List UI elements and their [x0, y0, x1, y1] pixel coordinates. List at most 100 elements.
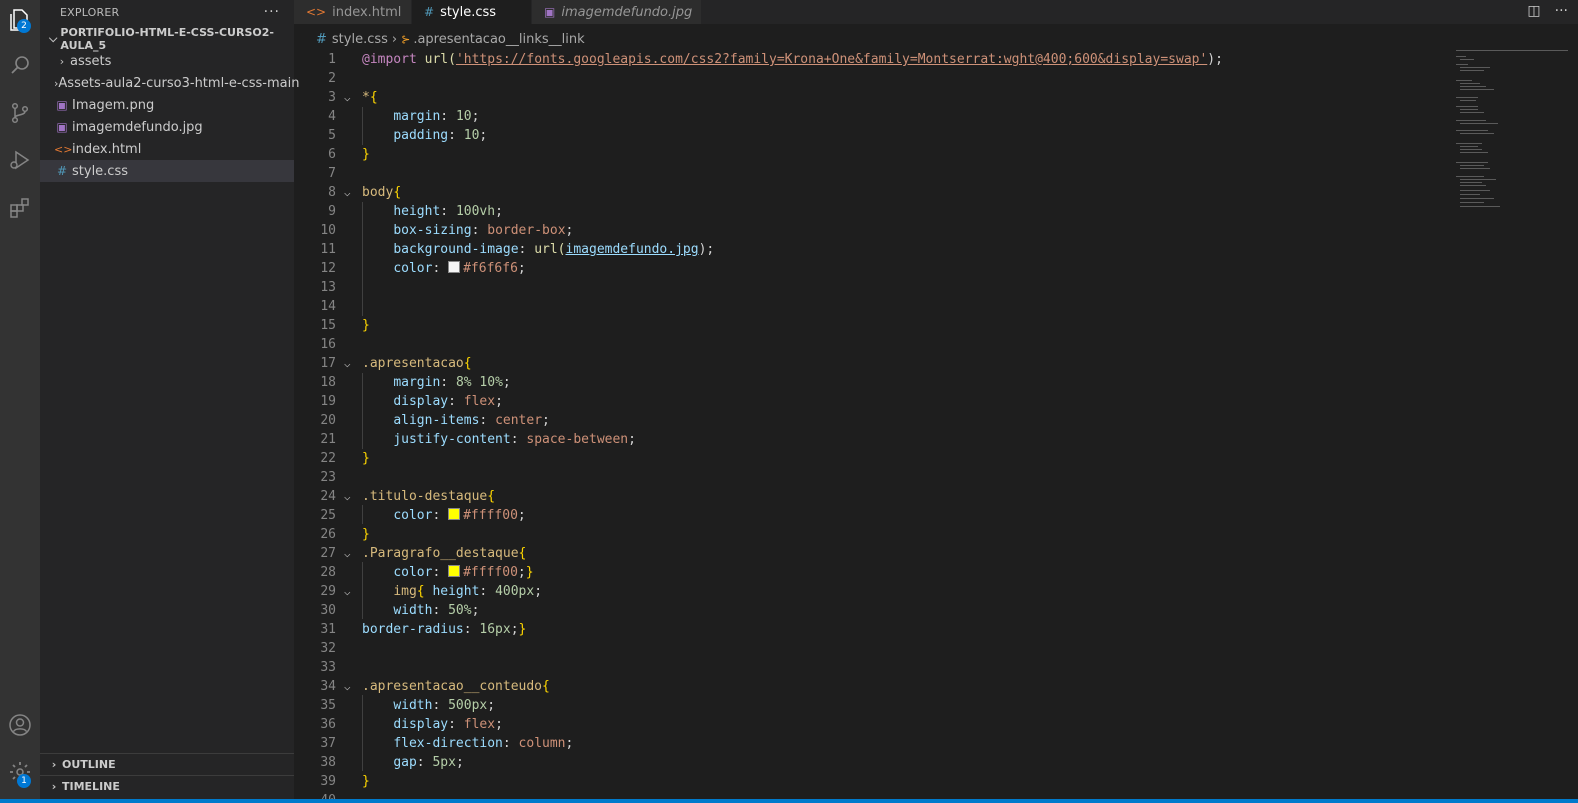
tree-item-label: assets	[70, 53, 112, 69]
more-actions-icon[interactable]: ···	[1555, 3, 1568, 19]
token: color	[393, 508, 433, 523]
selector-symbol-icon: ⊱	[401, 32, 411, 46]
fold-chevron-icon[interactable]: ⌵	[344, 183, 358, 202]
tree-item-index-html[interactable]: <> index.html	[40, 138, 294, 160]
token: {	[393, 185, 402, 200]
line-number: 34	[320, 679, 336, 694]
line-number: 6	[328, 147, 336, 162]
image-file-icon: ▣	[56, 98, 68, 112]
token: 'https://fonts.googleapis.com/css2?famil…	[455, 52, 1208, 67]
status-bar-edge	[0, 799, 1578, 803]
chevron-right-icon: ›	[59, 54, 65, 68]
token: flex	[463, 717, 496, 732]
line-number: 32	[320, 641, 336, 656]
tree-item-label: index.html	[72, 141, 142, 157]
settings-badge: 1	[17, 774, 31, 788]
account-icon[interactable]	[0, 705, 40, 745]
token: 100vh	[455, 204, 496, 219]
vertical-scrollbar[interactable]	[1568, 50, 1578, 803]
timeline-section[interactable]: › TIMELINE	[40, 775, 294, 797]
breadcrumb-file[interactable]: style.css	[332, 32, 388, 47]
fold-chevron-icon[interactable]: ⌵	[344, 677, 358, 696]
token: 5px	[432, 755, 456, 770]
token: }	[518, 622, 527, 637]
workspace-folder[interactable]: ⌵ PORTIFOLIO-HTML-E-CSS-CURSO2-AULA_5	[40, 26, 294, 52]
search-icon[interactable]	[0, 45, 40, 85]
token: flex	[463, 394, 496, 409]
tree-item-assets-aula2[interactable]: › Assets-aula2-curso3-html-e-css-main	[40, 72, 299, 94]
token: align-items	[393, 413, 480, 428]
tab-index-html[interactable]: <> index.html	[294, 0, 412, 24]
source-control-icon[interactable]	[0, 93, 40, 133]
tree-item-imagem-png[interactable]: ▣ Imagem.png	[40, 94, 294, 116]
color-swatch[interactable]	[448, 508, 461, 520]
fold-chevron-icon[interactable]: ⌵	[344, 88, 358, 107]
line-number: 27	[320, 546, 336, 561]
breadcrumb: # style.css › ⊱ .apresentacao__links__li…	[294, 28, 585, 50]
token: );	[698, 242, 715, 257]
fold-chevron-icon[interactable]: ⌵	[344, 487, 358, 506]
line-number: 10	[320, 223, 336, 238]
token: box-sizing	[393, 223, 472, 238]
breadcrumb-symbol[interactable]: .apresentacao__links__link	[413, 32, 584, 47]
token: height	[432, 584, 480, 599]
code-editor[interactable]: 1 @import url('https://fonts.googleapis.c…	[294, 50, 1444, 803]
explorer-icon[interactable]: 2	[0, 0, 40, 40]
html-file-icon: <>	[306, 5, 327, 19]
token: }	[362, 318, 370, 333]
line-number: 19	[320, 394, 336, 409]
tab-style-css[interactable]: # style.css	[412, 0, 532, 24]
token: .titulo-destaque	[362, 489, 488, 504]
run-debug-icon[interactable]	[0, 140, 40, 180]
tree-item-label: style.css	[72, 163, 128, 179]
line-number: 12	[320, 261, 336, 276]
line-number: 5	[328, 128, 336, 143]
token: #ffff00	[463, 565, 518, 580]
token: {	[518, 546, 527, 561]
token: 8% 10%	[455, 375, 503, 390]
fold-chevron-icon[interactable]: ⌵	[344, 354, 358, 373]
token: color	[393, 261, 433, 276]
more-actions-button[interactable]: ···	[264, 4, 280, 20]
token: display	[393, 394, 449, 409]
line-number: 35	[320, 698, 336, 713]
css-file-icon: #	[424, 5, 435, 19]
tab-label: imagemdefundo.jpg	[561, 4, 693, 20]
explorer-title: EXPLORER	[60, 5, 120, 19]
fold-chevron-icon[interactable]: ⌵	[344, 544, 358, 563]
tree-item-imagemdefundo[interactable]: ▣ imagemdefundo.jpg	[40, 116, 294, 138]
token: width	[393, 698, 433, 713]
settings-gear-icon[interactable]: 1	[0, 752, 40, 792]
timeline-label: TIMELINE	[62, 780, 120, 793]
line-number: 36	[320, 717, 336, 732]
minimap[interactable]	[1452, 50, 1568, 220]
line-number: 11	[320, 242, 336, 257]
outline-section[interactable]: › OUTLINE	[40, 753, 294, 775]
token: margin	[393, 109, 441, 124]
extensions-icon[interactable]	[0, 188, 40, 228]
tree-item-style-css[interactable]: # style.css	[40, 160, 294, 182]
token: border-radius	[362, 622, 464, 637]
token: column	[518, 736, 566, 751]
line-number: 1	[328, 52, 336, 67]
chevron-right-icon: ›	[391, 31, 398, 47]
fold-chevron-icon[interactable]: ⌵	[344, 582, 358, 601]
tree-item-assets[interactable]: › assets	[40, 50, 294, 72]
tab-label: style.css	[440, 4, 497, 20]
token: }	[362, 527, 370, 542]
token: body	[362, 185, 394, 200]
color-swatch[interactable]	[448, 261, 461, 273]
token: height	[393, 204, 441, 219]
line-number: 8	[328, 185, 336, 200]
line-number: 31	[320, 622, 336, 637]
token: {	[416, 584, 425, 599]
token: color	[393, 565, 433, 580]
color-swatch[interactable]	[448, 565, 461, 577]
token: width	[393, 603, 433, 618]
token: }	[362, 451, 370, 466]
line-number: 7	[328, 166, 336, 181]
split-editor-icon[interactable]: ◫	[1527, 3, 1540, 19]
tab-imagemdefundo[interactable]: ▣ imagemdefundo.jpg	[532, 0, 702, 24]
token: *	[362, 90, 370, 105]
line-number: 13	[320, 280, 336, 295]
